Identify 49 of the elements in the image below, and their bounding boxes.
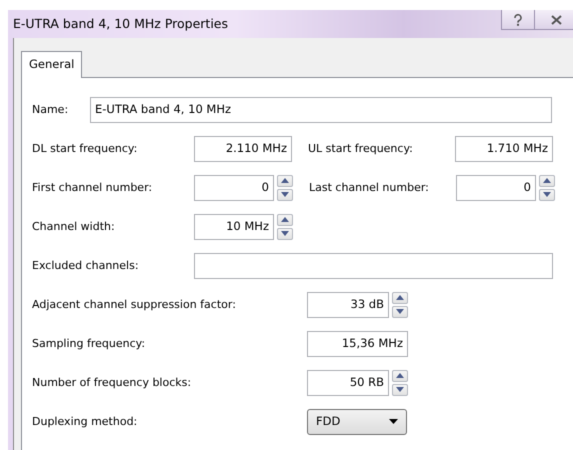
field-label: Number of frequency blocks: [32, 374, 192, 390]
number-field[interactable]: 15,36 MHz [307, 330, 408, 357]
down-arrow-icon [281, 231, 289, 236]
number-field[interactable]: 50 RB [307, 370, 389, 396]
field-label: Excluded channels: [32, 258, 140, 274]
spin-down-button[interactable] [392, 306, 408, 318]
number-field[interactable]: 1.710 MHz [455, 136, 553, 162]
up-arrow-icon [396, 295, 404, 300]
field-label: Sampling frequency: [32, 336, 146, 352]
down-arrow-icon [396, 309, 404, 314]
close-icon [551, 14, 562, 24]
spin-up-button[interactable] [277, 214, 293, 226]
spin-up-button[interactable] [277, 174, 293, 187]
up-arrow-icon [281, 217, 289, 222]
name-field[interactable]: E-UTRA band 4, 10 MHz [90, 96, 552, 123]
dropdown[interactable]: FDD [307, 408, 407, 435]
field-label: Last channel number: [309, 180, 430, 196]
spin-down-button[interactable] [277, 188, 293, 201]
down-arrow-icon [543, 192, 551, 198]
field-label: Name: [32, 102, 70, 118]
field-label: Adjacent channel suppression factor: [32, 296, 237, 312]
field-label: First channel number: [32, 180, 154, 196]
number-field[interactable]: 0 [456, 174, 536, 201]
spin-down-button[interactable] [539, 188, 555, 201]
number-field[interactable]: 33 dB [307, 292, 389, 318]
up-arrow-icon [543, 178, 551, 184]
number-field[interactable]: 10 MHz [194, 214, 274, 240]
field-label: DL start frequency: [32, 140, 138, 156]
number-field[interactable]: 0 [194, 174, 274, 201]
spin-down-button[interactable] [277, 228, 293, 240]
help-button[interactable] [501, 10, 535, 30]
down-arrow-icon [396, 387, 404, 392]
help-icon [513, 14, 523, 26]
spin-down-button[interactable] [392, 384, 408, 396]
field-label: Channel width: [32, 218, 116, 234]
spin-up-button[interactable] [392, 370, 408, 382]
down-arrow-icon [281, 192, 289, 198]
window-title: E-UTRA band 4, 10 MHz Properties [13, 14, 228, 33]
spin-up-button[interactable] [392, 292, 408, 304]
field-label: UL start frequency: [308, 140, 414, 156]
tab[interactable]: General [21, 51, 82, 78]
close-button[interactable] [535, 10, 573, 30]
spin-up-button[interactable] [539, 174, 555, 187]
number-field[interactable]: 2.110 MHz [194, 136, 292, 162]
field-label: Duplexing method: [32, 414, 138, 430]
up-arrow-icon [281, 178, 289, 184]
up-arrow-icon [396, 373, 404, 378]
text-field[interactable] [194, 252, 553, 279]
caret-icon [389, 419, 398, 424]
